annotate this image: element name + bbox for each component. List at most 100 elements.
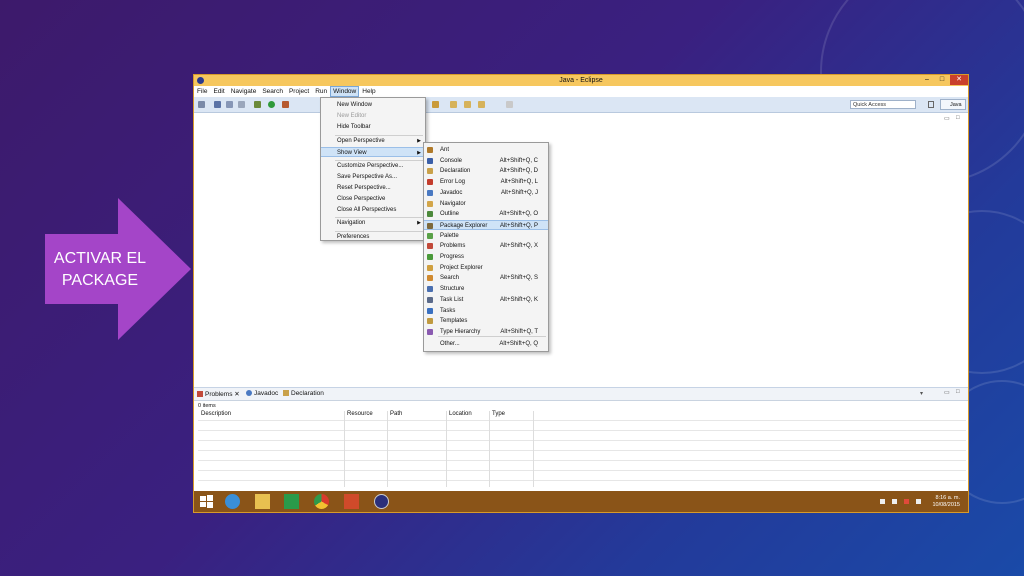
- debug-icon[interactable]: [254, 101, 261, 108]
- tab-label: Problems: [205, 391, 233, 398]
- pane-menu-icon[interactable]: ▾: [920, 390, 923, 397]
- maximize-button[interactable]: □: [935, 75, 949, 85]
- column-header-resource[interactable]: Resource: [347, 411, 373, 417]
- menu-item-shortcut: Alt+Shift+Q, D: [499, 168, 538, 175]
- eclipse-taskbar-icon[interactable]: [374, 494, 389, 509]
- show-view-item-declaration[interactable]: Declaration Alt+Shift+Q, D: [424, 166, 548, 176]
- chrome-icon[interactable]: [314, 494, 329, 509]
- network-icon[interactable]: [892, 499, 897, 504]
- show-view-item-problems[interactable]: Problems Alt+Shift+Q, X: [424, 241, 548, 251]
- search-icon[interactable]: [432, 101, 439, 108]
- minimize-view-icon[interactable]: ▭: [944, 115, 950, 122]
- window-menu-item-navigation[interactable]: Navigation ▶: [321, 218, 425, 228]
- window-menu-item-save-perspective-as[interactable]: Save Perspective As...: [321, 172, 425, 182]
- menu-item-label: Templates: [440, 318, 468, 325]
- declaration-view-icon: [427, 168, 433, 175]
- tasks-view-icon: [427, 307, 433, 314]
- window-menu-item-hide-toolbar[interactable]: Hide Toolbar: [321, 122, 425, 132]
- show-view-item-ant[interactable]: Ant: [424, 145, 548, 155]
- menu-item-label: Package Explorer: [440, 222, 488, 229]
- tab-problems[interactable]: Problems ✕: [197, 390, 240, 398]
- show-view-item-navigator[interactable]: Navigator: [424, 199, 548, 209]
- show-view-item-task-list[interactable]: Task List Alt+Shift+Q, K: [424, 295, 548, 305]
- table-column-line: [387, 411, 388, 487]
- menu-item-label: Structure: [440, 286, 465, 293]
- show-view-item-console[interactable]: Console Alt+Shift+Q, C: [424, 156, 548, 166]
- window-menu-item-show-view[interactable]: Show View ▶: [321, 147, 425, 157]
- declaration-icon: [283, 390, 289, 396]
- close-button[interactable]: ✕: [950, 75, 968, 85]
- window-menu-item-close-perspective[interactable]: Close Perspective: [321, 194, 425, 204]
- menu-item-label: New Window: [337, 102, 373, 108]
- pin-icon[interactable]: [506, 101, 513, 108]
- file-explorer-icon[interactable]: [255, 494, 270, 509]
- run-icon[interactable]: [268, 101, 275, 108]
- nav-icon[interactable]: [478, 101, 485, 108]
- column-header-type[interactable]: Type: [492, 411, 505, 417]
- menu-project[interactable]: Project: [286, 86, 312, 97]
- print-icon[interactable]: [238, 101, 245, 108]
- menu-navigate[interactable]: Navigate: [228, 86, 260, 97]
- column-header-location[interactable]: Location: [449, 411, 472, 417]
- show-view-item-structure[interactable]: Structure: [424, 284, 548, 294]
- pane-maximize-icon[interactable]: □: [956, 389, 960, 395]
- window-menu-item-reset-perspective[interactable]: Reset Perspective...: [321, 183, 425, 193]
- back-icon[interactable]: [450, 101, 457, 108]
- show-view-item-templates[interactable]: Templates: [424, 316, 548, 326]
- package-explorer-view-icon: [427, 222, 433, 229]
- maximize-view-icon[interactable]: □: [956, 115, 960, 121]
- save-icon[interactable]: [214, 101, 221, 108]
- show-view-item-error-log[interactable]: Error Log Alt+Shift+Q, L: [424, 177, 548, 187]
- menu-item-shortcut: Alt+Shift+Q, K: [499, 296, 538, 303]
- minimize-button[interactable]: –: [920, 75, 934, 85]
- menu-edit[interactable]: Edit: [210, 86, 227, 97]
- table-column-line: [533, 411, 534, 487]
- external-tools-icon[interactable]: [282, 101, 289, 108]
- show-view-item-project-explorer[interactable]: Project Explorer: [424, 263, 548, 273]
- windows-start-icon[interactable]: [199, 494, 214, 509]
- window-menu-item-preferences[interactable]: Preferences: [321, 232, 425, 242]
- new-icon[interactable]: [198, 101, 205, 108]
- show-view-item-package-explorer[interactable]: Package Explorer Alt+Shift+Q, P: [424, 219, 548, 230]
- tray-arrow-icon[interactable]: [880, 499, 885, 504]
- menu-item-label: Error Log: [440, 179, 466, 186]
- pane-minimize-icon[interactable]: ▭: [944, 389, 950, 396]
- window-menu-item-close-all-perspectives[interactable]: Close All Perspectives: [321, 205, 425, 215]
- window-menu-item-new-window[interactable]: New Window: [321, 100, 425, 110]
- java-perspective-button[interactable]: Java: [940, 99, 966, 110]
- show-view-item-outline[interactable]: Outline Alt+Shift+Q, O: [424, 209, 548, 219]
- open-perspective-icon[interactable]: [928, 101, 934, 108]
- internet-explorer-icon[interactable]: [225, 494, 240, 509]
- taskbar-clock[interactable]: 8:16 a. m. 10/08/2015: [932, 495, 960, 509]
- powerpoint-icon[interactable]: [344, 494, 359, 509]
- volume-icon[interactable]: [916, 499, 921, 504]
- forward-icon[interactable]: [464, 101, 471, 108]
- show-view-item-tasks[interactable]: Tasks: [424, 306, 548, 316]
- menu-file[interactable]: File: [194, 86, 210, 97]
- menu-item-label: Progress: [440, 254, 465, 260]
- column-header-path[interactable]: Path: [390, 411, 402, 417]
- quick-access-input[interactable]: Quick Access: [850, 100, 916, 109]
- table-row-line: [198, 420, 966, 421]
- window-menu-item-open-perspective[interactable]: Open Perspective ▶: [321, 136, 425, 146]
- show-view-item-palette[interactable]: Palette: [424, 231, 548, 241]
- store-icon[interactable]: [284, 494, 299, 509]
- show-view-item-search[interactable]: Search Alt+Shift+Q, S: [424, 273, 548, 283]
- progress-view-icon: [427, 254, 433, 260]
- menu-search[interactable]: Search: [259, 86, 286, 97]
- menu-window[interactable]: Window: [330, 86, 360, 97]
- menu-help[interactable]: Help: [359, 86, 378, 97]
- bottom-tabs: Problems ✕ Javadoc Declaration ▾ ▭ □: [194, 388, 968, 401]
- tab-declaration[interactable]: Declaration: [283, 390, 324, 397]
- eclipse-window: Java - Eclipse – □ ✕ File Edit Navigate Sea…: [193, 74, 969, 513]
- tab-javadoc[interactable]: Javadoc: [246, 390, 278, 397]
- column-header-description[interactable]: Description: [201, 411, 231, 417]
- submenu-arrow-icon: ▶: [417, 150, 421, 156]
- window-menu-item-customize-perspective[interactable]: Customize Perspective...: [321, 161, 425, 171]
- show-view-item-javadoc[interactable]: Javadoc Alt+Shift+Q, J: [424, 188, 548, 198]
- menu-run[interactable]: Run: [312, 86, 330, 97]
- show-view-item-progress[interactable]: Progress: [424, 252, 548, 262]
- show-view-item-other[interactable]: Other... Alt+Shift+Q, Q: [424, 339, 548, 349]
- save-all-icon[interactable]: [226, 101, 233, 108]
- flag-icon[interactable]: [904, 499, 909, 504]
